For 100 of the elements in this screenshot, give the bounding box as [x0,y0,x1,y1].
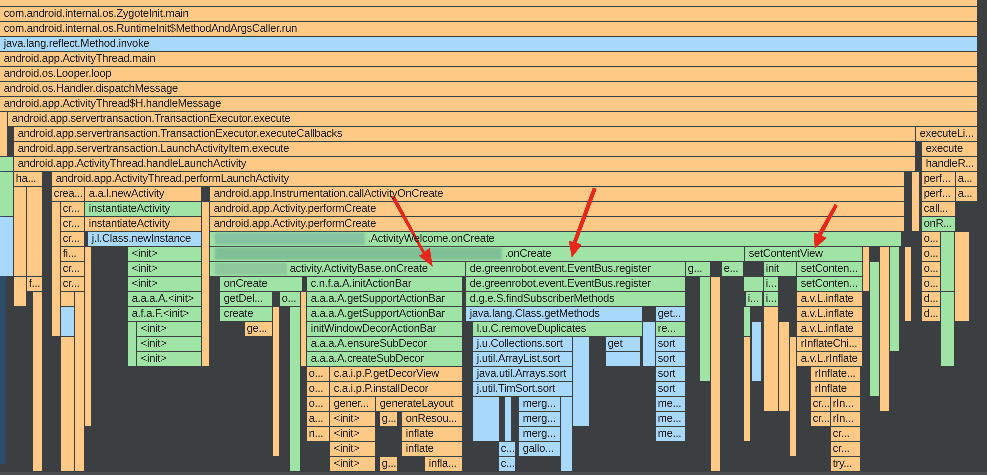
stack-frame[interactable]: a.a.l.newActivity [85,187,201,201]
stack-frame[interactable] [14,277,26,306]
stack-frame[interactable]: fi... [61,247,84,261]
stack-frame[interactable] [75,292,84,471]
stack-frame[interactable]: cr... [831,427,860,441]
stack-frame[interactable]: j.u.Collections.sort [473,337,572,351]
stack-frame[interactable]: i... [764,277,778,291]
stack-frame[interactable]: cr... [61,262,84,276]
stack-frame[interactable] [573,337,589,426]
stack-frame[interactable]: o... [922,232,940,246]
stack-frame[interactable] [880,247,889,411]
stack-frame[interactable]: instantiateActivity [85,202,201,216]
stack-frame[interactable] [52,202,60,336]
stack-frame[interactable]: get [606,337,640,351]
stack-frame[interactable]: cr... [831,442,860,456]
stack-frame[interactable] [941,232,954,291]
stack-frame[interactable]: a... [956,172,977,186]
stack-frame[interactable]: a.v.L.rInflate [797,352,862,366]
stack-frame[interactable] [273,307,279,456]
stack-frame[interactable] [905,247,911,321]
stack-frame[interactable]: <init> [137,352,201,366]
stack-frame[interactable]: merg... [519,427,560,441]
stack-frame[interactable] [779,322,789,411]
stack-frame[interactable]: o... [307,382,329,396]
stack-frame[interactable]: java.util.Arrays.sort [473,367,572,381]
stack-frame[interactable]: init [764,262,796,276]
stack-frame[interactable] [61,307,74,336]
stack-frame[interactable]: c... [499,442,515,456]
stack-frame[interactable] [711,277,720,471]
stack-frame[interactable]: a.v.L.inflate [797,322,862,336]
stack-frame[interactable]: me... [656,397,685,411]
stack-frame[interactable]: instantiateActivity [85,217,201,231]
stack-frame[interactable] [290,307,300,471]
stack-frame[interactable] [870,262,879,396]
stack-frame[interactable]: handleR... [922,157,977,171]
stack-frame[interactable]: cr... [61,277,84,291]
stack-frame[interactable] [912,172,919,231]
stack-frame[interactable]: <init> [330,412,375,426]
stack-frame[interactable]: cr... [811,397,830,411]
stack-frame[interactable]: a.a.a.A.<init> [128,292,201,306]
stack-frame[interactable]: java.lang.Class.getMethods [466,307,642,321]
stack-frame[interactable] [955,232,969,321]
stack-frame[interactable] [61,292,74,306]
stack-frame[interactable]: rIn... [831,412,860,426]
stack-frame[interactable]: onR... [922,217,955,231]
stack-frame[interactable]: c.a.i.p.P.getDecorView [330,367,462,381]
stack-frame[interactable]: c.a.i.p.P.installDecor [330,382,462,396]
stack-frame[interactable]: f... [27,277,42,291]
stack-frame[interactable]: android.os.Looper.loop [0,67,977,81]
stack-frame[interactable]: re... [656,322,685,336]
stack-frame[interactable] [61,337,74,471]
stack-frame[interactable]: de.greenrobot.event.EventBus.register [466,262,685,276]
stack-frame[interactable]: gener... [330,397,375,411]
stack-frame[interactable]: cr... [811,412,830,426]
stack-frame[interactable]: java.lang.reflect.Method.invoke [0,37,977,51]
stack-frame[interactable]: perf... [922,172,955,186]
stack-frame[interactable]: android.app.Instrumentation.callActivityOnCreate [210,187,904,201]
stack-frame[interactable]: o... [922,277,940,291]
stack-frame[interactable]: j.util.ArrayList.sort [473,352,572,366]
stack-frame[interactable]: i... [746,292,762,306]
stack-frame[interactable]: android.app.servertransaction.TransactionExecutor.executeCallbacks [14,127,915,141]
stack-frame[interactable]: rInflate... [811,367,860,381]
stack-frame[interactable]: l.u.C.removeDuplicates [473,322,642,336]
stack-frame[interactable]: sort [656,352,685,366]
stack-frame[interactable]: android.app.ActivityThread.performLaunchActivity [52,172,904,186]
stack-frame[interactable]: <init> [137,322,201,336]
stack-frame[interactable]: cr... [61,232,84,246]
stack-frame[interactable] [700,277,710,381]
stack-frame[interactable] [643,322,655,366]
stack-frame[interactable]: a.a.a.A.createSubDecor [307,352,462,366]
stack-frame[interactable]: setConten... [797,262,862,276]
stack-frame[interactable]: .onCreate [210,247,744,261]
stack-frame[interactable]: <init> [330,427,375,441]
stack-frame[interactable]: perf... [922,187,955,201]
stack-frame[interactable]: android.app.Activity.performCreate [210,217,904,231]
stack-frame[interactable]: <init> [330,442,375,456]
stack-frame[interactable]: merg... [519,397,560,411]
stack-frame[interactable]: d... [922,292,940,306]
stack-frame[interactable] [33,292,42,471]
stack-frame[interactable]: getDel... [220,292,272,306]
stack-frame[interactable]: <init> [330,457,375,471]
stack-frame[interactable]: j.util.TimSort.sort [473,382,572,396]
stack-frame[interactable]: a... [307,412,329,426]
stack-frame[interactable] [941,292,954,366]
stack-frame[interactable] [473,397,499,441]
stack-frame[interactable] [744,337,750,441]
stack-frame[interactable]: c.n.f.a.A.initActionBar [307,277,462,291]
stack-frame[interactable]: d.g.e.S.findSubscriberMethods [466,292,685,306]
stack-frame[interactable]: ge... [245,322,272,336]
stack-frame[interactable]: a.v.L.inflate [797,292,862,306]
stack-frame[interactable]: android.app.ActivityThread.handleLaunchActivity [14,157,915,171]
stack-frame[interactable] [505,397,511,441]
stack-frame[interactable] [14,187,26,276]
stack-frame[interactable]: a.a.a.A.getSupportActionBar [307,307,462,321]
stack-frame[interactable] [744,307,750,336]
stack-frame[interactable]: onCreate [220,277,302,291]
stack-frame[interactable] [561,397,572,471]
stack-frame[interactable]: sort [656,382,685,396]
stack-frame[interactable] [890,247,899,351]
stack-frame[interactable]: d... [922,307,940,321]
